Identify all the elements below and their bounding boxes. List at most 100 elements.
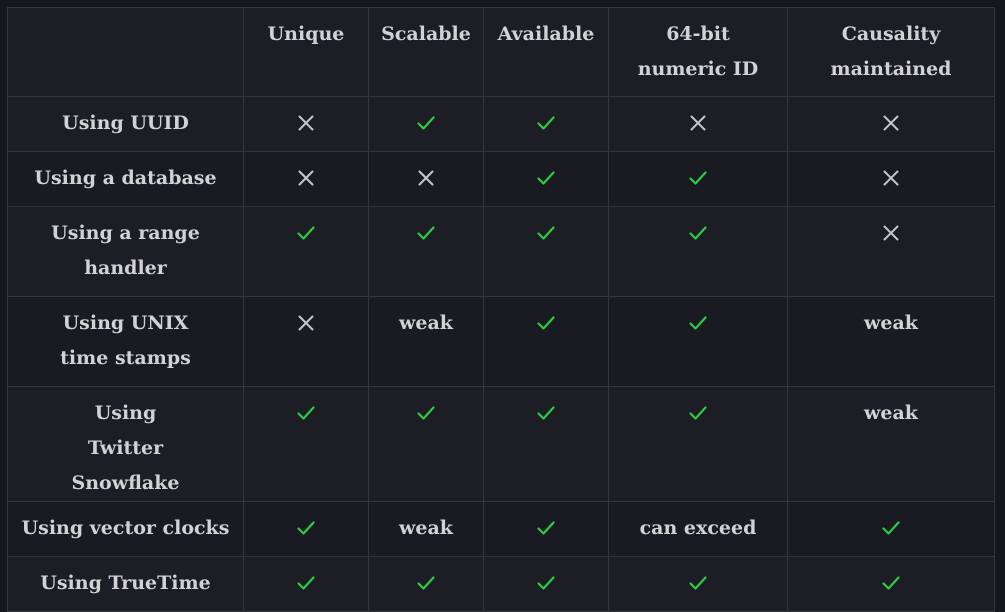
cell-unique: [243, 206, 369, 297]
cross-icon: [296, 313, 316, 333]
row-label: Using Twitter Snowflake: [71, 402, 180, 494]
cell-64bit-numeric-id: can exceed: [608, 501, 788, 557]
table-row: Using a range handler: [7, 206, 995, 297]
cell-available: [483, 96, 609, 152]
cell-scalable: weak: [368, 296, 484, 387]
check-icon: [296, 223, 316, 243]
comparison-table-container: Unique Scalable Available 64-bit numeric…: [7, 7, 995, 612]
cross-icon: [881, 223, 901, 243]
cell-causality-maintained: [787, 206, 995, 297]
check-icon: [416, 403, 436, 423]
check-icon: [536, 168, 556, 188]
cell-scalable: [368, 206, 484, 297]
cross-icon: [881, 168, 901, 188]
row-label-cell: Using UNIX time stamps: [7, 296, 244, 387]
cell-unique: [243, 386, 369, 502]
cell-text: weak: [399, 312, 453, 334]
row-label-cell: Using vector clocks: [7, 501, 244, 557]
cell-unique: [243, 501, 369, 557]
cell-scalable: weak: [368, 501, 484, 557]
cell-unique: [243, 96, 369, 152]
cell-unique: [243, 296, 369, 387]
cross-icon: [296, 168, 316, 188]
cell-causality-maintained: weak: [787, 386, 995, 502]
row-label: Using UUID: [62, 112, 189, 134]
row-label: Using a database: [34, 167, 217, 189]
row-label-cell: Using a range handler: [7, 206, 244, 297]
cell-64bit-numeric-id: [608, 296, 788, 387]
table-row: Using UNIX time stamps weak weak: [7, 296, 995, 387]
cell-scalable: [368, 386, 484, 502]
check-icon: [688, 223, 708, 243]
header-64bit-label: 64-bit numeric ID: [637, 23, 759, 80]
cross-icon: [296, 113, 316, 133]
cell-scalable: [368, 151, 484, 207]
cell-available: [483, 556, 609, 612]
table-row: Using a database: [7, 151, 995, 207]
row-label: Using a range handler: [51, 222, 200, 279]
check-icon: [881, 518, 901, 538]
check-icon: [536, 518, 556, 538]
cell-64bit-numeric-id: [608, 386, 788, 502]
table-row: Using TrueTime: [7, 556, 995, 612]
cell-causality-maintained: [787, 501, 995, 557]
cell-text: can exceed: [639, 517, 757, 539]
header-scalable: Scalable: [368, 7, 484, 97]
check-icon: [536, 113, 556, 133]
table-row: Using vector clocks weak can exceed: [7, 501, 995, 557]
cell-text: weak: [864, 402, 918, 424]
header-causality-label: Causality maintained: [830, 23, 952, 80]
row-label-cell: Using TrueTime: [7, 556, 244, 612]
cell-available: [483, 501, 609, 557]
cell-64bit-numeric-id: [608, 151, 788, 207]
header-64bit-numeric-id: 64-bit numeric ID: [608, 7, 788, 97]
check-icon: [296, 518, 316, 538]
check-icon: [688, 313, 708, 333]
cell-text: weak: [399, 517, 453, 539]
row-label-cell: Using UUID: [7, 96, 244, 152]
cell-64bit-numeric-id: [608, 206, 788, 297]
header-causality-maintained: Causality maintained: [787, 7, 995, 97]
cross-icon: [416, 168, 436, 188]
cell-unique: [243, 556, 369, 612]
cell-causality-maintained: weak: [787, 296, 995, 387]
check-icon: [688, 168, 708, 188]
check-icon: [416, 573, 436, 593]
id-generation-comparison-table: Unique Scalable Available 64-bit numeric…: [7, 7, 995, 612]
cell-causality-maintained: [787, 151, 995, 207]
row-label: Using UNIX time stamps: [60, 312, 191, 369]
cell-causality-maintained: [787, 96, 995, 152]
check-icon: [688, 573, 708, 593]
check-icon: [536, 573, 556, 593]
row-label-cell: Using Twitter Snowflake: [7, 386, 244, 502]
table-row: Using UUID: [7, 96, 995, 152]
cell-available: [483, 151, 609, 207]
cell-unique: [243, 151, 369, 207]
cell-available: [483, 386, 609, 502]
row-label-cell: Using a database: [7, 151, 244, 207]
header-unique: Unique: [243, 7, 369, 97]
check-icon: [536, 403, 556, 423]
check-icon: [881, 573, 901, 593]
cross-icon: [688, 113, 708, 133]
cell-available: [483, 206, 609, 297]
cell-scalable: [368, 96, 484, 152]
check-icon: [536, 223, 556, 243]
cell-available: [483, 296, 609, 387]
cell-causality-maintained: [787, 556, 995, 612]
cell-scalable: [368, 556, 484, 612]
cell-64bit-numeric-id: [608, 96, 788, 152]
check-icon: [536, 313, 556, 333]
cell-text: weak: [864, 312, 918, 334]
check-icon: [416, 223, 436, 243]
check-icon: [416, 113, 436, 133]
check-icon: [688, 403, 708, 423]
header-available: Available: [483, 7, 609, 97]
header-row: Unique Scalable Available 64-bit numeric…: [7, 7, 995, 97]
row-label: Using TrueTime: [40, 572, 211, 594]
header-corner: [7, 7, 244, 97]
row-label: Using vector clocks: [21, 517, 230, 539]
check-icon: [296, 573, 316, 593]
cross-icon: [881, 113, 901, 133]
check-icon: [296, 403, 316, 423]
